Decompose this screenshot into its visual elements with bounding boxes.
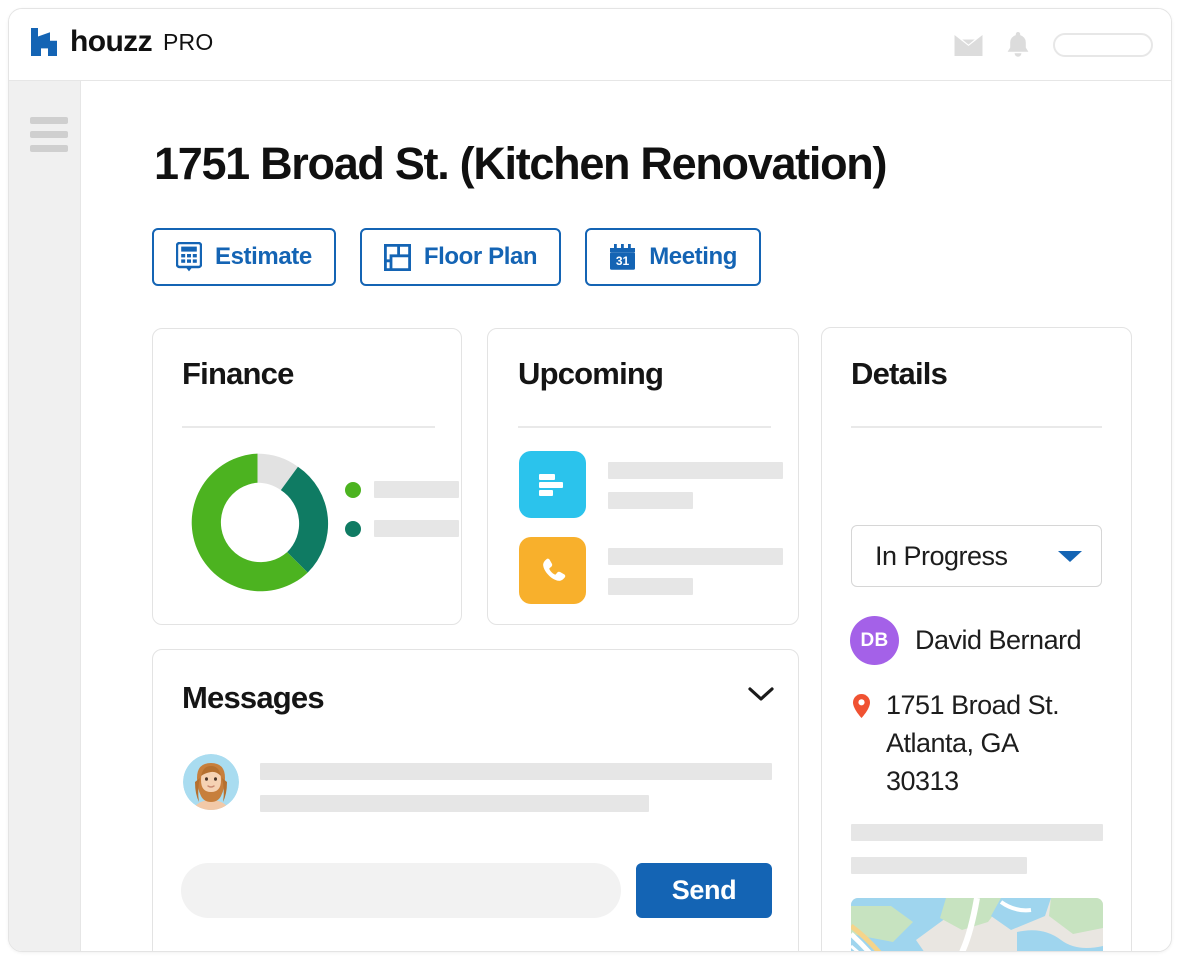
address-line-3: 30313 <box>886 766 959 796</box>
envelope-icon[interactable] <box>954 33 983 57</box>
app-window: houzz PRO 1751 Broad St. (Kitchen Renova… <box>8 8 1172 952</box>
avatar: DB <box>850 616 899 665</box>
status-value: In Progress <box>875 540 1008 571</box>
text-placeholder <box>260 795 649 812</box>
estimate-button-label: Estimate <box>215 243 312 270</box>
address-lines: 1751 Broad St. Atlanta, GA 30313 <box>886 686 1060 800</box>
address-line-1: 1751 Broad St. <box>886 690 1060 720</box>
brand-name: houzz <box>70 25 153 58</box>
meeting-button-label: Meeting <box>649 243 738 270</box>
main-content: 1751 Broad St. (Kitchen Renovation) Esti… <box>82 81 1171 951</box>
legend-label-placeholder <box>374 481 459 498</box>
details-card-title: Details <box>851 356 948 391</box>
messages-card: Messages Send <box>152 649 799 951</box>
status-dropdown[interactable]: In Progress <box>851 525 1102 587</box>
chevron-down-icon <box>1058 550 1082 562</box>
meeting-button[interactable]: 31 Meeting <box>585 228 762 286</box>
divider <box>518 426 771 428</box>
hamburger-bar <box>30 117 68 124</box>
upcoming-list <box>519 451 783 604</box>
avatar <box>183 754 239 810</box>
top-bar-actions <box>954 9 1153 81</box>
list-item[interactable] <box>519 451 783 518</box>
task-list-icon <box>538 473 563 496</box>
map-thumbnail-image <box>851 898 1103 951</box>
floor-plan-button[interactable]: Floor Plan <box>359 228 562 286</box>
houzz-logo-icon <box>31 28 57 56</box>
page-title: 1751 Broad St. (Kitchen Renovation) <box>154 138 887 189</box>
hamburger-menu-icon[interactable] <box>30 117 68 152</box>
brand-logo[interactable]: houzz PRO <box>29 27 213 57</box>
message-composer: Send <box>181 863 772 918</box>
brand-suffix: PRO <box>162 29 214 55</box>
legend-item <box>345 481 459 498</box>
calculator-icon <box>176 242 202 272</box>
upcoming-card-title: Upcoming <box>518 356 664 391</box>
text-placeholder <box>260 763 772 780</box>
floor-plan-button-label: Floor Plan <box>423 243 538 270</box>
sidebar <box>9 81 81 951</box>
messages-card-title: Messages <box>182 680 325 715</box>
finance-donut-chart <box>181 446 334 604</box>
upcoming-item-text <box>608 537 783 595</box>
contact-name: David Bernard <box>915 625 1082 655</box>
chevron-down-icon[interactable] <box>748 687 774 702</box>
finance-legend <box>345 481 459 537</box>
hamburger-bar <box>30 131 68 138</box>
finance-card: Finance <box>152 328 462 625</box>
estimate-button[interactable]: Estimate <box>152 228 336 286</box>
map-thumbnail[interactable] <box>851 898 1103 951</box>
text-placeholder <box>851 824 1103 841</box>
hamburger-bar <box>30 145 68 152</box>
divider <box>851 426 1102 428</box>
address-line-2: Atlanta, GA <box>886 728 1019 758</box>
top-bar: houzz PRO <box>9 9 1171 81</box>
project-action-buttons: Estimate Floor Plan 31 Meeting <box>152 228 762 286</box>
legend-dot-invoiced <box>345 520 361 537</box>
message-text <box>260 754 772 812</box>
divider <box>182 426 435 428</box>
finance-card-title: Finance <box>182 356 294 391</box>
details-card: Details In Progress DB David Bernard 175… <box>821 327 1132 951</box>
text-placeholder <box>851 857 1027 874</box>
text-placeholder <box>608 492 693 509</box>
legend-label-placeholder <box>374 520 459 537</box>
bell-icon[interactable] <box>1005 31 1031 59</box>
legend-dot-paid <box>345 481 361 498</box>
legend-item <box>345 520 459 537</box>
calendar-day-number: 31 <box>616 254 630 268</box>
floor-plan-icon <box>383 243 411 271</box>
user-photo-avatar-icon <box>183 754 239 810</box>
map-pin-icon <box>853 694 870 718</box>
message-thread-item <box>183 754 772 812</box>
account-menu-pill[interactable] <box>1053 33 1153 57</box>
upcoming-card: Upcoming <box>487 328 799 625</box>
list-item[interactable] <box>519 537 783 604</box>
text-placeholder <box>608 462 783 479</box>
task-tile <box>519 451 586 518</box>
text-placeholder <box>608 548 783 565</box>
project-contact[interactable]: DB David Bernard <box>850 616 1082 665</box>
call-tile <box>519 537 586 604</box>
details-placeholders <box>851 824 1103 874</box>
phone-icon <box>542 558 565 581</box>
text-placeholder <box>608 578 693 595</box>
message-input[interactable] <box>181 863 621 918</box>
project-address: 1751 Broad St. Atlanta, GA 30313 <box>852 686 1060 800</box>
upcoming-item-text <box>608 451 783 509</box>
calendar-icon: 31 <box>610 244 636 270</box>
send-button[interactable]: Send <box>636 863 772 918</box>
